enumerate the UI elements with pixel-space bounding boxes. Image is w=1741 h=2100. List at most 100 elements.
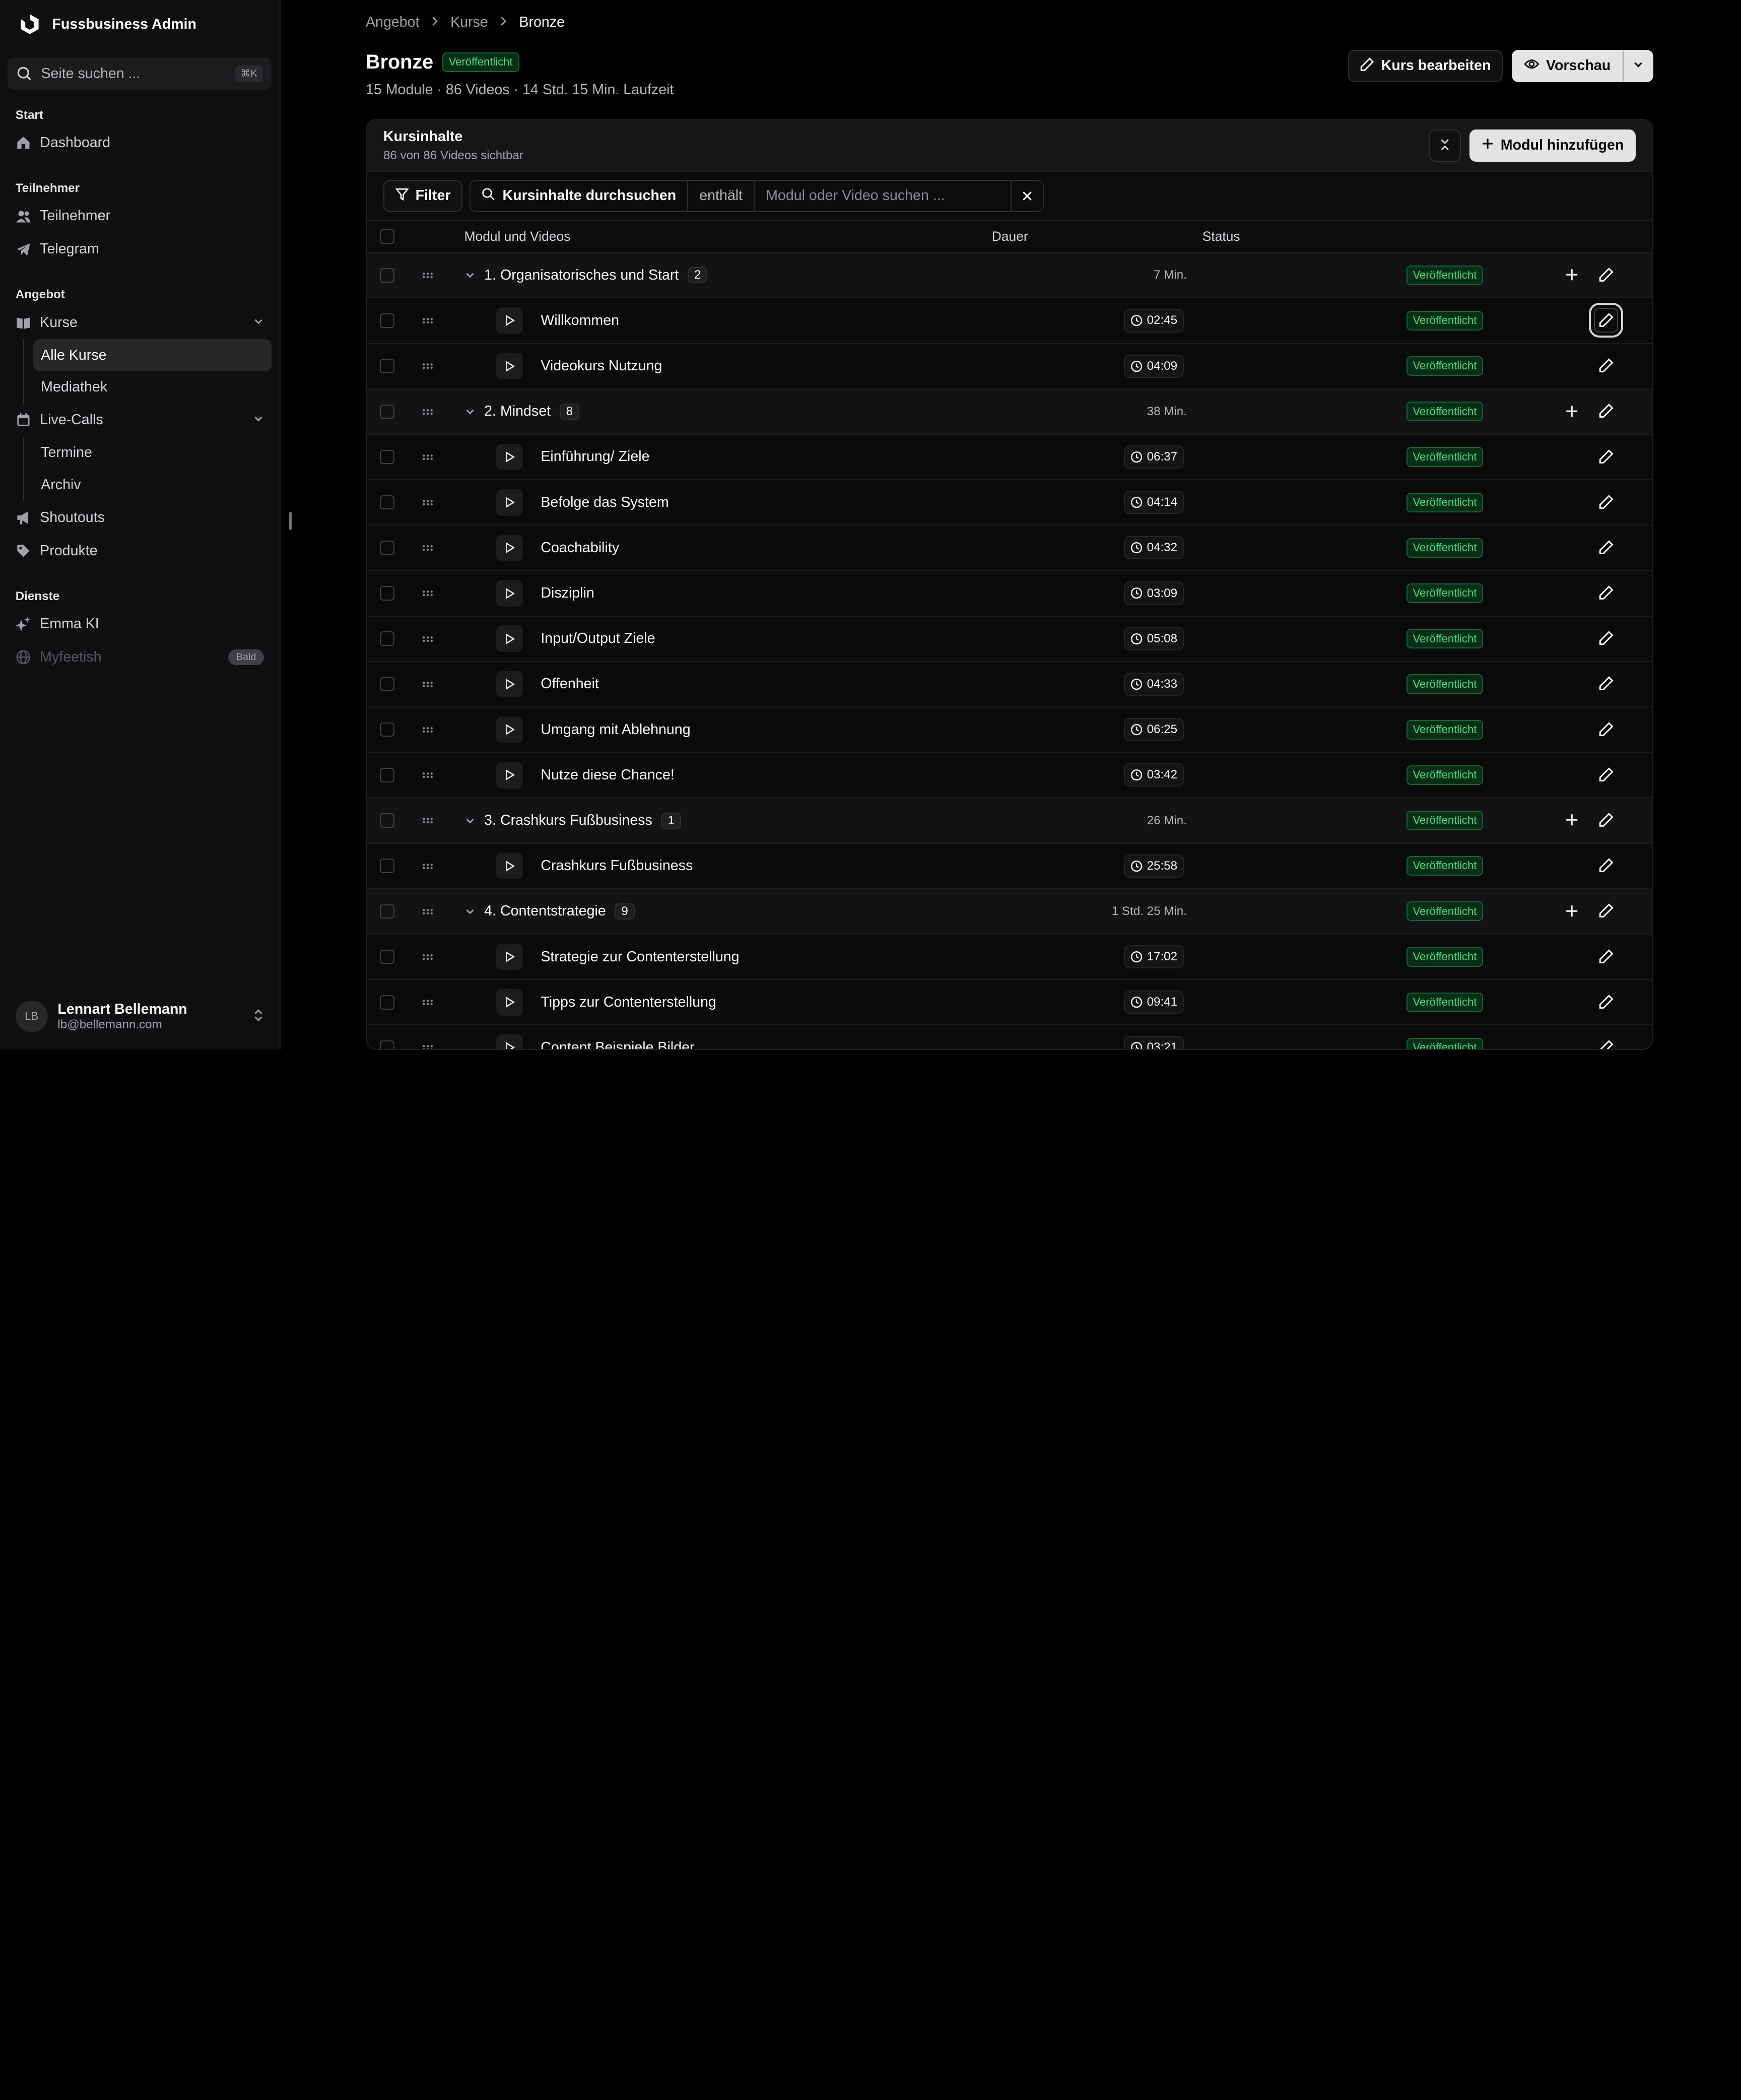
sidebar-item-alle-kurse[interactable]: Alle Kurse: [33, 339, 272, 371]
edit-button[interactable]: [1594, 535, 1618, 559]
row-checkbox[interactable]: [380, 949, 394, 964]
video-name[interactable]: Befolge das System: [541, 494, 668, 511]
drag-handle-icon[interactable]: [422, 405, 433, 418]
video-row[interactable]: Offenheit 04:33 Veröffentlicht: [366, 661, 1653, 707]
drag-handle-icon[interactable]: [422, 496, 433, 509]
play-icon[interactable]: [496, 443, 523, 471]
drag-handle-icon[interactable]: [422, 632, 433, 645]
drag-handle-icon[interactable]: [422, 314, 433, 327]
sidebar-item-mediathek[interactable]: Mediathek: [33, 371, 272, 404]
edit-button[interactable]: [1594, 672, 1618, 696]
drag-handle-icon[interactable]: [422, 723, 433, 736]
video-name[interactable]: Offenheit: [541, 676, 599, 692]
video-name[interactable]: Umgang mit Ablehnung: [541, 721, 690, 738]
drag-handle-icon[interactable]: [422, 996, 433, 1009]
play-icon[interactable]: [496, 580, 523, 607]
breadcrumb-item[interactable]: Angebot: [366, 14, 420, 31]
video-row[interactable]: Videokurs Nutzung 04:09 Veröffentlicht: [366, 343, 1653, 388]
column-header-name[interactable]: Modul und Videos: [464, 229, 571, 244]
video-row[interactable]: Nutze diese Chance! 03:42 Veröffentlicht: [366, 752, 1653, 798]
drag-handle-icon[interactable]: [422, 950, 433, 963]
drag-handle-icon[interactable]: [422, 587, 433, 600]
edit-button[interactable]: [1594, 444, 1618, 469]
sidebar-item-produkte[interactable]: Produkte: [8, 534, 272, 567]
video-row[interactable]: Crashkurs Fußbusiness 25:58 Veröffentlicht: [366, 842, 1653, 888]
play-icon[interactable]: [496, 1034, 523, 1049]
sidebar-item-telegram[interactable]: Telegram: [8, 233, 272, 266]
sidebar-item-termine[interactable]: Termine: [33, 437, 272, 469]
video-row[interactable]: Willkommen 02:45 Veröffentlicht: [366, 297, 1653, 343]
row-checkbox[interactable]: [380, 359, 394, 373]
row-checkbox[interactable]: [380, 404, 394, 419]
chevron-down-icon[interactable]: [464, 906, 478, 917]
drag-handle-icon[interactable]: [422, 768, 433, 781]
select-all-checkbox[interactable]: [380, 229, 394, 244]
drag-handle-icon[interactable]: [422, 678, 433, 691]
module-name[interactable]: 4. Contentstrategie: [484, 903, 606, 920]
row-checkbox[interactable]: [380, 1040, 394, 1049]
edit-button[interactable]: [1594, 580, 1618, 605]
edit-button[interactable]: [1594, 899, 1618, 923]
edit-button[interactable]: [1594, 399, 1618, 423]
column-header-duration[interactable]: Dauer: [992, 229, 1028, 244]
row-checkbox[interactable]: [380, 495, 394, 510]
drag-handle-icon[interactable]: [422, 860, 433, 873]
row-checkbox[interactable]: [380, 813, 394, 828]
row-checkbox[interactable]: [380, 904, 394, 919]
play-icon[interactable]: [496, 943, 523, 970]
sidebar-item-emma-ki[interactable]: Emma KI: [8, 608, 272, 641]
module-row[interactable]: 2. Mindset 8 38 Min. Veröffentlicht: [366, 388, 1653, 434]
row-checkbox[interactable]: [380, 313, 394, 328]
module-row[interactable]: 3. Crashkurs Fußbusiness 1 26 Min. Veröffen…: [366, 797, 1653, 843]
row-checkbox[interactable]: [380, 631, 394, 646]
edit-button[interactable]: [1594, 490, 1618, 514]
add-module-button[interactable]: Modul hinzufügen: [1469, 129, 1636, 162]
column-header-status[interactable]: Status: [1202, 229, 1240, 244]
search-input[interactable]: [755, 181, 1012, 211]
edit-button[interactable]: [1594, 990, 1618, 1014]
drag-handle-icon[interactable]: [422, 1041, 433, 1049]
add-video-button[interactable]: [1560, 399, 1584, 423]
edit-button[interactable]: [1594, 762, 1618, 786]
play-icon[interactable]: [496, 716, 523, 743]
edit-button[interactable]: [1594, 717, 1618, 741]
row-checkbox[interactable]: [380, 449, 394, 465]
edit-button[interactable]: [1588, 302, 1624, 338]
play-icon[interactable]: [496, 625, 523, 652]
drag-handle-icon[interactable]: [422, 360, 433, 373]
video-row[interactable]: Coachability 04:32 Veröffentlicht: [366, 524, 1653, 570]
preview-dropdown-button[interactable]: [1623, 50, 1654, 82]
video-name[interactable]: Strategie zur Contenterstellung: [541, 949, 739, 965]
row-checkbox[interactable]: [380, 268, 394, 283]
video-name[interactable]: Disziplin: [541, 585, 594, 602]
video-row[interactable]: Strategie zur Contenterstellung 17:02 Verö…: [366, 933, 1653, 979]
sidebar-item-kurse[interactable]: Kurse: [8, 306, 272, 339]
edit-course-button[interactable]: Kurs bearbeiten: [1348, 50, 1503, 82]
row-checkbox[interactable]: [380, 677, 394, 692]
drag-handle-icon[interactable]: [422, 269, 433, 282]
video-row[interactable]: Tipps zur Contenterstellung 09:41 Veröffen…: [366, 979, 1653, 1025]
module-row[interactable]: 1. Organisatorisches und Start 2 7 Min. Ver…: [366, 252, 1653, 298]
edit-button[interactable]: [1594, 626, 1618, 650]
video-row[interactable]: Disziplin 03:09 Veröffentlicht: [366, 570, 1653, 616]
search-operator-select[interactable]: enthält: [688, 181, 755, 211]
module-row[interactable]: 4. Contentstrategie 9 1 Std. 25 Min. Veröff…: [366, 888, 1653, 934]
video-row[interactable]: Input/Output Ziele 05:08 Veröffentlicht: [366, 615, 1653, 661]
sidebar-search[interactable]: Seite suchen ... ⌘K: [8, 57, 272, 90]
sidebar-item-archiv[interactable]: Archiv: [33, 469, 272, 501]
video-name[interactable]: Nutze diese Chance!: [541, 767, 674, 783]
row-checkbox[interactable]: [380, 586, 394, 601]
video-name[interactable]: Tipps zur Contenterstellung: [541, 994, 716, 1011]
video-row[interactable]: Umgang mit Ablehnung 06:25 Veröffentlicht: [366, 706, 1653, 752]
row-checkbox[interactable]: [380, 541, 394, 555]
module-name[interactable]: 2. Mindset: [484, 403, 551, 420]
add-video-button[interactable]: [1560, 899, 1584, 923]
search-field-select[interactable]: Kursinhalte durchsuchen: [471, 181, 689, 211]
add-video-button[interactable]: [1560, 262, 1584, 287]
play-icon[interactable]: [496, 852, 523, 880]
row-checkbox[interactable]: [380, 995, 394, 1010]
video-row[interactable]: Einführung/ Ziele 06:37 Veröffentlicht: [366, 433, 1653, 480]
edit-button[interactable]: [1594, 1035, 1618, 1049]
sidebar-item-dashboard[interactable]: Dashboard: [8, 126, 272, 160]
play-icon[interactable]: [496, 489, 523, 516]
